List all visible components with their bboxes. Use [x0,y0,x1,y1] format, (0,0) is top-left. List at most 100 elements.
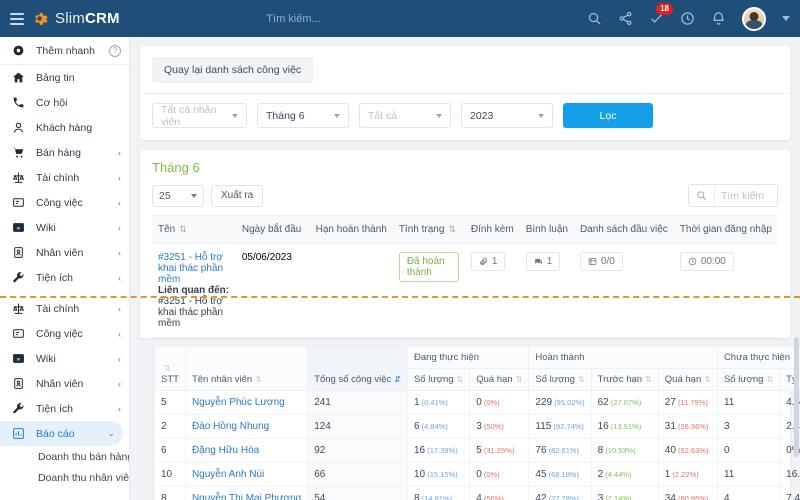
th-label: STT [161,374,179,385]
chevron-down-icon [191,193,197,198]
sidebar-item-label: Cơ hội [36,96,68,109]
cell-percent: (50%) [481,422,504,431]
sidebar-item-label: Khách hàng [36,121,93,134]
sidebar-item-khach-hang[interactable]: Khách hàng [0,115,129,140]
sidebar-item-co-hoi[interactable]: Cơ hội [0,90,129,115]
bell-icon[interactable] [711,11,726,26]
task-title-link[interactable]: #3251 - Hỗ trợ khai thác phần mềm [158,252,230,285]
page-size-select[interactable]: 25 [152,184,204,207]
cell-total: 124 [307,414,408,439]
comment-chip[interactable]: 1 [525,252,561,271]
th-doing-so-luong[interactable]: Số lượng ⇅ [406,368,471,391]
sidebar-item-label: Công việc [36,196,83,209]
th-ten[interactable]: Tên ⇅ [152,215,236,244]
sidebar-item-tai-chinh-2[interactable]: Tài chính ‹ [0,296,129,321]
sort-icon: ⇅ [179,224,187,234]
cell-value: 115 [535,421,552,432]
back-to-task-list-button[interactable]: Quay lại danh sách công việc [152,57,314,83]
sidebar-item-cong-viec[interactable]: Công việc ‹ [0,190,129,215]
table-row[interactable]: 5 Nguyễn Phúc Lượng 241 1 (0.41%) 0 (0%) 229 … [154,390,800,415]
sidebar-item-wiki-2[interactable]: w Wiki ‹ [0,346,129,371]
th-danh-sach-dau-viec[interactable]: Danh sách đầu việc [573,215,674,244]
table-search[interactable] [688,184,778,207]
th-done-so-luong[interactable]: Số lượng ⇅ [528,368,592,391]
sidebar-item-nhan-vien-2[interactable]: Nhân viên ‹ [0,371,129,396]
th-tong-so-cong-viec[interactable]: Tổng số công việc ⇵ [307,346,408,391]
th-dinh-kem[interactable]: Đính kèm [464,215,520,244]
th-han-hoan-thanh[interactable]: Hạn hoàn thành [309,215,393,244]
cell-name: Nguyễn Anh Núi [184,462,309,487]
table-row[interactable]: #3251 - Hỗ trợ khai thác phần mềm Liên q… [152,243,778,338]
help-icon[interactable]: ? [109,44,121,57]
sidebar-item-bang-tin[interactable]: Bảng tin [0,65,129,90]
back-button-wrap: Quay lại danh sách công việc [140,46,790,93]
attachment-chip[interactable]: 1 [470,252,506,271]
cell-doing: 6 (4.84%) [406,414,471,439]
chevron-down-icon[interactable] [782,16,790,21]
avatar[interactable] [742,6,766,31]
sidebar-subitem-label: Doanh thu bán hàng [38,450,130,463]
table-row[interactable]: 8 Nguyễn Thị Mai Phương 54 8 (14.81%) 4 (50%… [154,486,800,500]
th-done-truoc-han[interactable]: Trước hạn ⇅ [590,368,659,391]
th-tinh-trang[interactable]: Tình trạng ⇅ [392,215,465,244]
sidebar-item-tien-ich-2[interactable]: Tiện ích ‹ [0,396,129,421]
sidebar-item-tai-chinh[interactable]: Tài chính ‹ [0,165,129,190]
cell-doing: 8 (14.81%) [406,486,471,500]
cell-percent: (27.07%) [608,398,642,407]
plus-circle-icon [11,44,26,57]
month-heading: Tháng 6 [152,160,200,175]
share-icon[interactable] [618,11,633,26]
sidebar-item-ban-hang[interactable]: Bán hàng ‹ [0,140,129,165]
th-doing-qua-han[interactable]: Quá hạn ⇅ [469,368,530,391]
global-search-area[interactable]: Tìm kiếm... [130,13,587,25]
chevron-left-icon: ‹ [118,222,121,233]
employee-filter-select[interactable]: Tất cả nhân viên [152,103,247,128]
year-filter-select[interactable]: 2023 [461,103,553,128]
th-label: Tổng số công việc [314,374,392,385]
cell-done-early: 8 (10.53%) [590,438,659,463]
tasks-check-icon[interactable]: 18 [649,3,673,26]
table-search-input[interactable] [715,189,777,202]
cell-percent: (52.63%) [675,446,709,455]
checklist-chip[interactable]: 0/0 [579,252,623,271]
export-button[interactable]: Xuất ra [211,184,264,207]
cell-done-early: 16 (13.91%) [590,414,659,439]
notification-badge: 18 [656,3,673,15]
cell-stt: 6 [154,438,186,463]
th-label: Quá hạn [664,374,702,385]
th-ngay-bat-dau[interactable]: Ngày bắt đầu [235,215,310,244]
sidebar-item-cong-viec-2[interactable]: Công việc ‹ [0,321,129,346]
th-label: Số lượng [535,374,575,385]
chevron-down-icon: ⌄ [107,428,115,438]
apply-filter-button[interactable]: Lọc [563,103,653,128]
month-filter-select[interactable]: Tháng 6 [257,103,349,128]
table-row[interactable]: 10 Nguyễn Anh Núi 66 10 (15.15%) 0 (0%) 45 (6… [154,462,800,487]
sidebar-subitem-doanh-thu-nhan-vien[interactable]: Doanh thu nhân viên [0,467,129,488]
sidebar-item-tien-ich[interactable]: Tiện ích ‹ [0,265,129,290]
th-stt[interactable]: ⇅ STT [154,346,186,391]
sidebar-item-nhan-vien[interactable]: Nhân viên ‹ [0,240,129,265]
clock-icon[interactable] [680,11,695,26]
hamburger-icon[interactable] [10,12,24,25]
sidebar-subitem-doanh-thu-ban-hang[interactable]: Doanh thu bán hàng [0,446,129,467]
type-filter-select[interactable]: Tất cả [359,103,451,128]
cell-done-overdue: 31 (26.96%) [657,414,718,439]
cell-done-overdue: 27 (11.79%) [657,390,718,415]
employee-stats-table: ⇅ STT Tên nhân viên ⇅ Tổng số công việc ⇵ Đ… [154,346,800,500]
th-label: Bình luận [525,224,568,235]
stats-vertical-scrollbar[interactable] [794,337,799,457]
sidebar-item-bao-cao[interactable]: Báo cáo ⌄ [0,421,123,446]
search-icon[interactable] [587,11,602,26]
cell-doing-overdue: 0 (0%) [469,390,530,415]
table-row[interactable]: 2 Đào Hồng Nhung 124 6 (4.84%) 3 (50%) 115 (9… [154,414,800,439]
th-done-qua-han[interactable]: Quá hạn ⇅ [657,368,718,391]
th-binh-luan[interactable]: Bình luận [519,215,574,244]
th-thoi-gian-dang-nhap[interactable]: Thời gian đăng nhập [673,215,778,244]
sidebar-item-quick-add[interactable]: Thêm nhanh ? [0,37,129,65]
cell-value: 34 [664,493,676,500]
cell-done: 42 (77.78%) [528,486,592,500]
table-row[interactable]: 6 Đặng Hữu Hòa 92 16 (17.39%) 5 (31.25%) 76 (… [154,438,800,463]
th-todo-so-luong[interactable]: Số lượng ⇅ [716,368,781,391]
th-ten-nhan-vien[interactable]: Tên nhân viên ⇅ [184,346,309,391]
sidebar-item-wiki[interactable]: w Wiki ‹ [0,215,129,240]
